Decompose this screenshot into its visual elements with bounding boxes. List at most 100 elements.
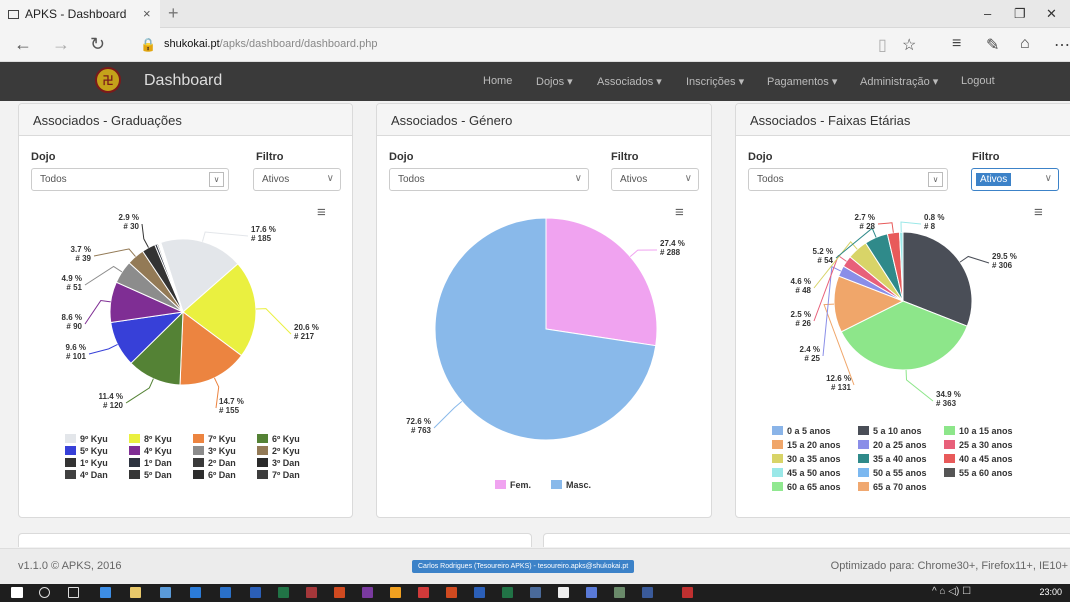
legend-swatch[interactable] — [257, 434, 268, 443]
legend-swatch[interactable] — [129, 458, 140, 467]
access-icon[interactable] — [306, 587, 317, 598]
favorite-star-icon[interactable]: ☆ — [902, 35, 916, 55]
legend-swatch[interactable] — [944, 426, 955, 435]
more-icon[interactable]: ⋯ — [1054, 35, 1070, 55]
legend-item[interactable]: 8º Kyu — [144, 434, 172, 444]
nav-administracao[interactable]: Administração ▾ — [860, 75, 938, 88]
legend-item[interactable]: 5º Kyu — [80, 446, 108, 456]
pie-slice-0[interactable] — [545, 217, 658, 347]
new-tab-button[interactable]: + — [168, 3, 179, 24]
legend-swatch[interactable] — [65, 470, 76, 479]
legend-swatch[interactable] — [944, 468, 955, 477]
legend-item[interactable]: 6º Kyu — [272, 434, 300, 444]
nav-logout[interactable]: Logout — [961, 75, 995, 87]
legend-swatch[interactable] — [129, 434, 140, 443]
legend-item[interactable]: 1º Dan — [144, 458, 172, 468]
legend-item[interactable]: 9º Kyu — [80, 434, 108, 444]
browser-tab[interactable]: APKS - Dashboard × — [0, 0, 160, 28]
legend-item[interactable]: 55 a 60 anos — [959, 468, 1013, 478]
legend-item[interactable]: 10 a 15 anos — [959, 426, 1013, 436]
tab-close-button[interactable]: × — [143, 6, 151, 21]
start-icon[interactable] — [11, 587, 23, 598]
back-button[interactable]: ← — [14, 34, 32, 55]
legend-swatch[interactable] — [772, 440, 783, 449]
legend-swatch[interactable] — [858, 468, 869, 477]
restore-button[interactable]: ❐ — [1014, 6, 1026, 22]
app-icon[interactable] — [446, 587, 457, 598]
excel-icon[interactable] — [278, 587, 289, 598]
folder-icon[interactable] — [130, 587, 141, 598]
legend-swatch[interactable] — [193, 446, 204, 455]
legend-swatch[interactable] — [858, 482, 869, 491]
share-icon[interactable]: ⌂ — [1020, 35, 1030, 53]
url-field[interactable]: shukokai.pt/apks/dashboard/dashboard.php — [164, 38, 377, 50]
onenote-icon[interactable] — [362, 587, 373, 598]
legend-swatch[interactable] — [257, 446, 268, 455]
legend-swatch[interactable] — [129, 446, 140, 455]
legend-swatch[interactable] — [772, 482, 783, 491]
hub-icon[interactable]: ≡ — [952, 35, 961, 53]
legend-swatch[interactable] — [495, 480, 506, 489]
legend-item[interactable]: 25 a 30 anos — [959, 440, 1013, 450]
legend-swatch[interactable] — [65, 458, 76, 467]
legend-item[interactable]: 40 a 45 anos — [959, 454, 1013, 464]
legend-item[interactable]: 30 a 35 anos — [787, 454, 841, 464]
legend-swatch[interactable] — [65, 446, 76, 455]
app-icon[interactable] — [390, 587, 401, 598]
word-icon[interactable] — [250, 587, 261, 598]
minimize-button[interactable]: – — [984, 6, 991, 21]
legend-item[interactable]: Fem. — [510, 480, 531, 490]
app-icon[interactable] — [502, 587, 513, 598]
legend-item[interactable]: 20 a 25 anos — [873, 440, 927, 450]
legend-item[interactable]: 5º Dan — [144, 470, 172, 480]
legend-item[interactable]: 50 a 55 anos — [873, 468, 927, 478]
legend-item[interactable]: 7º Dan — [272, 470, 300, 480]
app-icon[interactable] — [418, 587, 429, 598]
legend-swatch[interactable] — [858, 454, 869, 463]
app-icon[interactable] — [642, 587, 653, 598]
legend-item[interactable]: 2º Dan — [208, 458, 236, 468]
legend-item[interactable]: 2º Kyu — [272, 446, 300, 456]
legend-swatch[interactable] — [772, 454, 783, 463]
legend-item[interactable]: 0 a 5 anos — [787, 426, 831, 436]
legend-swatch[interactable] — [944, 440, 955, 449]
legend-item[interactable]: 4º Dan — [80, 470, 108, 480]
legend-item[interactable]: 65 a 70 anos — [873, 482, 927, 492]
legend-swatch[interactable] — [129, 470, 140, 479]
refresh-button[interactable]: ↻ — [90, 34, 105, 55]
apks-logo[interactable]: 卍 — [95, 67, 121, 93]
reading-view-icon[interactable]: ▯ — [878, 35, 887, 55]
app-icon[interactable] — [474, 587, 485, 598]
legend-item[interactable]: 1º Kyu — [80, 458, 108, 468]
legend-swatch[interactable] — [257, 470, 268, 479]
nav-associados[interactable]: Associados ▾ — [597, 75, 662, 88]
app-icon[interactable] — [558, 587, 569, 598]
legend-item[interactable]: 45 a 50 anos — [787, 468, 841, 478]
app-icon[interactable] — [530, 587, 541, 598]
powerpoint-icon[interactable] — [334, 587, 345, 598]
web-note-icon[interactable]: ✎ — [986, 35, 999, 55]
store-icon[interactable] — [160, 587, 171, 598]
forward-button[interactable]: → — [52, 34, 70, 55]
close-window-button[interactable]: ✕ — [1046, 6, 1057, 22]
task-view-icon[interactable] — [68, 587, 79, 598]
outlook-icon[interactable] — [220, 587, 231, 598]
legend-item[interactable]: 7º Kyu — [208, 434, 236, 444]
legend-swatch[interactable] — [858, 426, 869, 435]
legend-item[interactable]: 60 a 65 anos — [787, 482, 841, 492]
legend-swatch[interactable] — [193, 458, 204, 467]
legend-item[interactable]: 5 a 10 anos — [873, 426, 922, 436]
pdf-icon[interactable] — [682, 587, 693, 598]
app-icon[interactable] — [190, 587, 201, 598]
edge-icon[interactable] — [100, 587, 111, 598]
legend-swatch[interactable] — [944, 454, 955, 463]
legend-item[interactable]: 3º Dan — [272, 458, 300, 468]
nav-home[interactable]: Home — [483, 75, 512, 87]
app-icon[interactable] — [586, 587, 597, 598]
system-tray[interactable]: ^ ⌂ ◁) ☐ — [932, 586, 971, 597]
nav-dojos[interactable]: Dojos ▾ — [536, 75, 573, 88]
search-icon[interactable] — [39, 587, 50, 598]
nav-pagamentos[interactable]: Pagamentos ▾ — [767, 75, 837, 88]
legend-item[interactable]: 15 a 20 anos — [787, 440, 841, 450]
legend-swatch[interactable] — [772, 426, 783, 435]
